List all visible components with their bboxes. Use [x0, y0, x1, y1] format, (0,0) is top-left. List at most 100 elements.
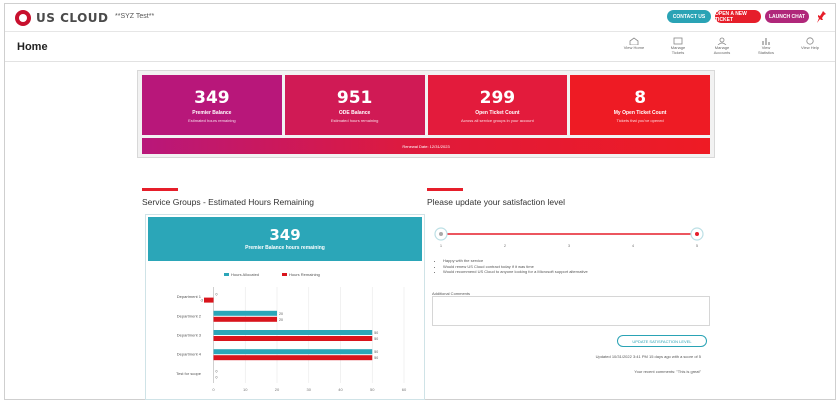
- stat-premier-balance[interactable]: 349 Premier Balance Estimated hours rema…: [142, 75, 282, 135]
- manage-tickets-icon: [673, 37, 683, 45]
- chart-bar-1: [204, 297, 214, 303]
- logo[interactable]: US CLOUD: [15, 10, 109, 26]
- y-category-label: Department 1: [177, 294, 202, 299]
- stat-value: 299: [479, 87, 516, 108]
- legend-swatch: [282, 273, 287, 276]
- stat-value: 951: [336, 87, 373, 108]
- launch-chat-button[interactable]: LAUNCH CHAT: [765, 10, 809, 23]
- slider-scale-label: 4: [632, 243, 635, 248]
- banner-label: Premier Balance hours remaining: [245, 245, 325, 251]
- nav-label: View Statistics: [757, 45, 774, 55]
- x-tick-label: 10: [243, 387, 248, 392]
- stat-label: ODE Balance: [338, 109, 371, 116]
- stat-open-ticket-count[interactable]: 299 Open Ticket Count Across all service…: [427, 75, 568, 135]
- nav-label: View Help: [801, 45, 819, 50]
- view-help-icon: [806, 37, 814, 45]
- view-statistics-icon: [762, 38, 770, 45]
- update-satisfaction-button[interactable]: UPDATE SATISFACTION LEVEL: [617, 335, 707, 347]
- x-tick-label: 20: [275, 387, 280, 392]
- pin-icon[interactable]: [817, 11, 826, 23]
- slider-handle-dot: [695, 232, 699, 236]
- stat-sub: Estimated hours remaining: [330, 117, 379, 123]
- satisfaction-title: Please update your satisfaction level: [427, 197, 565, 207]
- x-tick-label: 30: [307, 387, 312, 392]
- y-category-label: Department 3: [177, 333, 202, 338]
- slider-scale-label: 5: [696, 243, 699, 248]
- stat-label: Open Ticket Count: [475, 109, 520, 116]
- section-accent-bar: [427, 188, 463, 191]
- page-header: Home View Home Manage Tickets Manage Acc…: [5, 32, 835, 62]
- bar-data-label: 0: [216, 369, 218, 373]
- chart-bar-1: [213, 336, 373, 341]
- stat-sub: Estimated hours remaining: [188, 117, 236, 123]
- x-tick-label: 50: [370, 387, 375, 392]
- slider-scale-label: 1: [440, 243, 443, 248]
- nav-manage-tickets[interactable]: Manage Tickets: [667, 37, 689, 55]
- bar-data-label: 50: [374, 331, 378, 335]
- bar-data-label: 50: [374, 337, 378, 341]
- view-home-icon: [629, 37, 639, 45]
- stat-label: My Open Ticket Count: [613, 109, 667, 116]
- top-bar: US CLOUD **SYZ Test** CONTACT US OPEN A …: [5, 4, 835, 32]
- stat-value: 8: [634, 87, 647, 108]
- nav-label: Manage Tickets: [670, 45, 686, 55]
- satisfaction-slider[interactable]: 1 2 3 4 5: [429, 222, 709, 250]
- tenant-label: **SYZ Test**: [115, 13, 155, 20]
- bar-data-label: 20: [279, 318, 283, 322]
- app-window: US CLOUD **SYZ Test** CONTACT US OPEN A …: [4, 3, 836, 400]
- premier-hours-banner: 349 Premier Balance hours remaining: [148, 217, 422, 261]
- slider-scale-label: 2: [504, 243, 507, 248]
- stat-sub: Across all service groups in your accoun…: [461, 117, 534, 123]
- bar-data-label: 50: [374, 356, 378, 360]
- bullet-item: Would recommend US Cloud to anyone looki…: [443, 269, 588, 275]
- y-category-label: Test for scope: [176, 371, 202, 376]
- chart-bar-1: [213, 355, 373, 361]
- comment-textarea[interactable]: [432, 296, 710, 326]
- service-groups-title: Service Groups - Estimated Hours Remaini…: [142, 197, 314, 207]
- recent-comments-text: Your recent comments: "This is great": [634, 369, 701, 374]
- chart-bar-0: [213, 310, 278, 316]
- y-category-label: Department 4: [177, 352, 202, 357]
- slider-scale-label: 3: [568, 243, 571, 248]
- section-accent-bar: [142, 188, 178, 191]
- nav-view-home[interactable]: View Home: [623, 37, 645, 55]
- bar-data-label: 0: [216, 375, 218, 379]
- legend-label: Hours Remaining: [289, 272, 320, 277]
- x-tick-label: 40: [338, 387, 343, 392]
- stats-panel: 349 Premier Balance Estimated hours rema…: [137, 70, 715, 158]
- slider-handle-dot: [439, 232, 443, 236]
- satisfaction-bullets: Happy with the service Would renew US Cl…: [437, 258, 588, 275]
- x-tick-label: 60: [402, 387, 407, 392]
- service-groups-card: 349 Premier Balance hours remaining Hour…: [145, 214, 425, 400]
- bar-data-label: 0: [216, 293, 218, 297]
- hours-bar-chart: Hours Allocated Hours Remaining 0 10 20 30 40 5…: [176, 272, 407, 392]
- contact-us-button[interactable]: CONTACT US: [667, 10, 711, 23]
- nav-label: Manage Accounts: [713, 45, 731, 55]
- chart-bar-0: [213, 330, 373, 335]
- banner-value: 349: [269, 226, 301, 244]
- us-cloud-logo-icon: [15, 10, 31, 26]
- stat-ode-balance[interactable]: 951 ODE Balance Estimated hours remainin…: [284, 75, 425, 135]
- bar-data-label: -3: [200, 299, 203, 303]
- stat-label: Premier Balance: [192, 109, 232, 116]
- chart-bar-1: [213, 316, 278, 322]
- header-nav: View Home Manage Tickets Manage Accounts…: [623, 37, 821, 55]
- logo-text: US CLOUD: [36, 11, 109, 25]
- nav-manage-accounts[interactable]: Manage Accounts: [711, 37, 733, 55]
- renewal-date-bar: Renewal Date: 12/31/2023: [142, 138, 710, 154]
- stat-value: 349: [194, 87, 230, 108]
- stat-my-open-ticket-count[interactable]: 8 My Open Ticket Count Tickets that you'…: [570, 75, 710, 135]
- y-category-label: Department 2: [177, 313, 202, 318]
- chart-bar-0: [213, 349, 373, 355]
- manage-accounts-icon: [717, 37, 727, 45]
- bar-data-label: 50: [374, 350, 378, 354]
- legend-swatch: [224, 273, 229, 276]
- nav-view-help[interactable]: View Help: [799, 37, 821, 55]
- nav-view-statistics[interactable]: View Statistics: [755, 37, 777, 55]
- x-tick-label: 0: [212, 387, 215, 392]
- stat-sub: Tickets that you've opened: [616, 117, 664, 123]
- nav-label: View Home: [623, 45, 645, 50]
- open-new-ticket-button[interactable]: OPEN A NEW TICKET: [715, 10, 761, 23]
- page-title: Home: [17, 41, 48, 53]
- bar-data-label: 20: [279, 312, 283, 316]
